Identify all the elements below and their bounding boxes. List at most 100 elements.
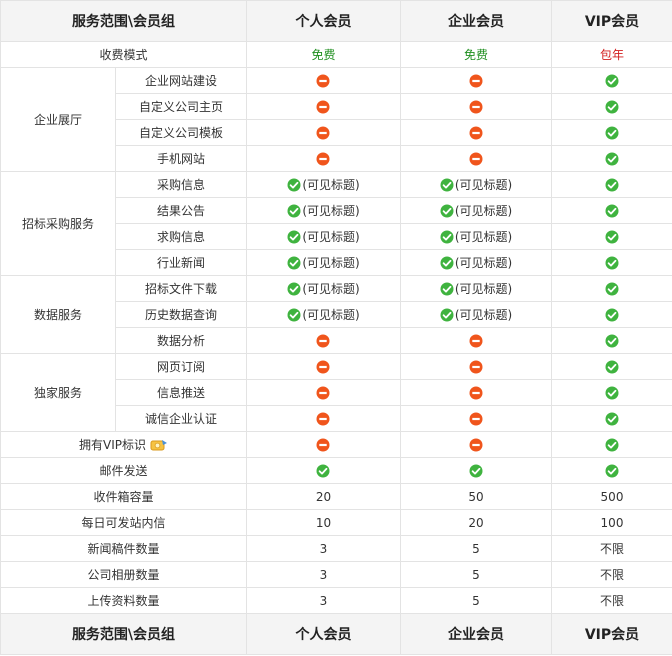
value-text: (可见标题) [302, 230, 360, 244]
value-cell [400, 431, 552, 458]
value-cell: 不限 [551, 535, 672, 562]
minus-circle-icon [316, 334, 330, 348]
value-cell [551, 353, 672, 380]
feature-row: 招标采购服务 采购信息 (可见标题) (可见标题) [0, 171, 672, 276]
check-circle-icon [605, 178, 619, 192]
value-text: 100 [600, 515, 624, 530]
check-circle-icon [440, 204, 454, 218]
value-text: (可见标题) [302, 256, 360, 270]
check-circle-icon [287, 178, 301, 192]
feature-label: 上传资料数量 [0, 587, 247, 614]
check-circle-icon [605, 256, 619, 270]
feature-label: 数据分析 [115, 327, 247, 354]
value-cell [551, 327, 672, 354]
feature-label-text: 公司相册数量 [87, 568, 160, 582]
header-row: 服务范围\会员组 个人会员 企业会员 VIP会员 [0, 0, 672, 42]
feature-label-text: 邮件发送 [99, 464, 148, 478]
value-cell: (可见标题) [400, 197, 552, 224]
value-cell [551, 457, 672, 484]
feature-label: 信息推送 [115, 379, 247, 406]
feature-label: 自定义公司主页 [115, 93, 247, 120]
feature-label: 手机网站 [115, 145, 247, 172]
value-cell [400, 457, 552, 484]
check-circle-icon [605, 412, 619, 426]
feature-label: 网页订阅 [115, 353, 247, 380]
minus-circle-icon [469, 360, 483, 374]
feature-row: 拥有VIP标识 [0, 431, 672, 458]
feature-label: 公司相册数量 [0, 561, 247, 588]
value-cell [400, 327, 552, 354]
feature-label-text: 上传资料数量 [87, 594, 160, 608]
header-enterprise: 企业会员 [400, 0, 552, 42]
feature-label: 每日可发站内信 [0, 509, 247, 536]
footer-vip: VIP会员 [551, 613, 672, 655]
feature-row: 企业展厅 企业网站建设 [0, 67, 672, 172]
value-cell: (可见标题) [246, 275, 401, 302]
value-cell [246, 67, 401, 94]
check-circle-icon [605, 464, 619, 478]
value-text: 不限 [599, 542, 624, 556]
value-text: 3 [319, 567, 328, 582]
value-text: (可见标题) [454, 282, 513, 296]
feature-label: 邮件发送 [0, 457, 247, 484]
value-text: 20 [468, 515, 484, 530]
value-cell [246, 327, 401, 354]
charge-enterprise: 免费 [400, 41, 552, 68]
vip-badge-icon [150, 438, 168, 452]
feature-row: 新闻稿件数量 3 5 不限 [0, 535, 672, 562]
check-circle-icon [605, 74, 619, 88]
minus-circle-icon [469, 74, 483, 88]
value-cell [400, 353, 552, 380]
value-text: 10 [315, 515, 332, 530]
minus-circle-icon [469, 126, 483, 140]
check-circle-icon [605, 438, 619, 452]
header-vip: VIP会员 [551, 0, 672, 42]
feature-label-text: 收件箱容量 [93, 490, 154, 504]
header-service-scope: 服务范围\会员组 [0, 0, 247, 42]
value-cell: 500 [551, 483, 672, 510]
value-cell [400, 67, 552, 94]
check-circle-icon [440, 282, 454, 296]
value-text: (可见标题) [454, 256, 513, 270]
feature-row: 每日可发站内信 10 20 100 [0, 509, 672, 536]
minus-circle-icon [316, 74, 330, 88]
check-circle-icon [469, 464, 483, 478]
footer-service-scope: 服务范围\会员组 [0, 613, 247, 655]
value-text: 不限 [599, 568, 624, 582]
value-text: (可见标题) [454, 204, 513, 218]
feature-label: 拥有VIP标识 [0, 431, 247, 458]
value-cell [246, 93, 401, 120]
check-circle-icon [605, 152, 619, 166]
value-text: 不限 [599, 594, 624, 608]
charge-row: 收费模式 免费 免费 包年 [0, 41, 672, 68]
value-cell: 10 [246, 509, 401, 536]
feature-label: 新闻稿件数量 [0, 535, 247, 562]
feature-label: 历史数据查询 [115, 301, 247, 328]
check-circle-icon [605, 204, 619, 218]
check-circle-icon [287, 230, 301, 244]
feature-row: 独家服务 网页订阅 [0, 353, 672, 432]
value-cell [551, 171, 672, 198]
value-cell [551, 275, 672, 302]
feature-row: 数据服务 招标文件下载 (可见标题) (可见标题) [0, 275, 672, 354]
value-cell [246, 145, 401, 172]
feature-label: 招标文件下载 [115, 275, 247, 302]
value-cell: (可见标题) [400, 171, 552, 198]
minus-circle-icon [316, 152, 330, 166]
value-cell: 3 [246, 535, 401, 562]
check-circle-icon [605, 100, 619, 114]
minus-circle-icon [316, 412, 330, 426]
value-cell [551, 431, 672, 458]
value-cell: 5 [400, 535, 552, 562]
value-cell [246, 405, 401, 432]
check-circle-icon [605, 360, 619, 374]
feature-label: 行业新闻 [115, 249, 247, 276]
group-label: 招标采购服务 [0, 171, 116, 276]
check-circle-icon [287, 282, 301, 296]
check-circle-icon [440, 256, 454, 270]
minus-circle-icon [316, 360, 330, 374]
value-cell [551, 223, 672, 250]
charge-label: 收费模式 [0, 41, 247, 68]
value-text: (可见标题) [302, 178, 360, 192]
minus-circle-icon [316, 100, 330, 114]
